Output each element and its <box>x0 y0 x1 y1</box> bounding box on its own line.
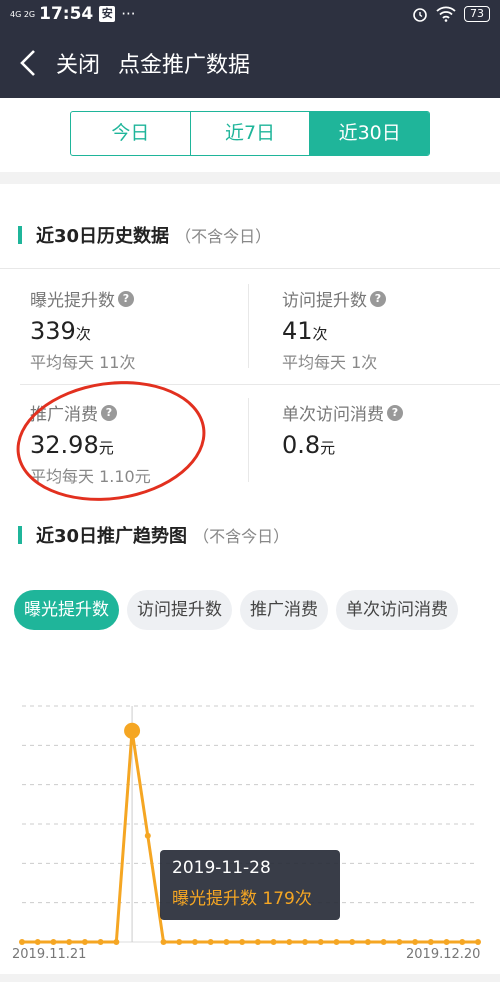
data-point[interactable] <box>364 939 371 945</box>
data-point[interactable] <box>317 939 324 945</box>
data-point[interactable] <box>349 939 356 945</box>
back-button[interactable] <box>0 28 56 98</box>
nav-bar: 关闭 点金推广数据 <box>0 28 500 98</box>
stat-cost-per-visit: 单次访问消费? 0.8元 <box>282 400 403 459</box>
data-point[interactable] <box>144 832 151 839</box>
data-point[interactable] <box>396 939 403 945</box>
history-note: （不含今日） <box>175 227 272 246</box>
history-section-title: 近30日历史数据 （不含今日） <box>18 222 271 248</box>
data-point[interactable] <box>176 939 183 945</box>
data-point[interactable] <box>160 939 167 945</box>
data-point[interactable] <box>412 939 419 945</box>
stat-unit: 元 <box>98 439 114 457</box>
data-point[interactable] <box>207 939 214 945</box>
range-segment-control: 今日 近7日 近30日 <box>70 111 430 156</box>
close-button[interactable]: 关闭 <box>56 47 100 79</box>
data-point[interactable] <box>19 939 25 945</box>
divider <box>248 398 249 482</box>
stat-label: 推广消费 <box>30 405 98 425</box>
data-point[interactable] <box>302 939 309 945</box>
x-tick-label-end: 2019.12.20 <box>406 947 481 962</box>
chip-spend[interactable]: 推广消费 <box>240 590 328 630</box>
stat-visits: 访问提升数? 41次 平均每天 1次 <box>282 286 386 373</box>
battery-level: 73 <box>464 6 490 22</box>
tab-today[interactable]: 今日 <box>71 112 191 155</box>
stat-average: 平均每天 1次 <box>282 353 378 372</box>
data-point[interactable] <box>239 939 246 945</box>
stat-exposure: 曝光提升数? 339次 平均每天 11次 <box>30 286 135 373</box>
tab-7-days[interactable]: 近7日 <box>191 112 311 155</box>
data-point[interactable] <box>270 939 277 945</box>
chart-tooltip: 2019-11-28 曝光提升数 179次 <box>160 850 340 920</box>
data-point[interactable] <box>97 939 104 945</box>
trend-title-text: 近30日推广趋势图 <box>36 526 188 547</box>
chip-visits[interactable]: 访问提升数 <box>127 590 232 630</box>
help-icon[interactable]: ? <box>101 404 117 421</box>
divider <box>0 268 500 269</box>
chip-exposure[interactable]: 曝光提升数 <box>14 590 119 630</box>
app-notification-icon: 安 <box>99 6 116 22</box>
more-notifications-icon: ··· <box>121 5 136 23</box>
stat-value: 41 <box>282 317 313 345</box>
tooltip-date: 2019-11-28 <box>172 858 271 878</box>
x-tick-label-start: 2019.11.21 <box>12 947 87 962</box>
page-title: 点金推广数据 <box>118 53 251 78</box>
data-point[interactable] <box>333 939 340 945</box>
trend-section-title: 近30日推广趋势图 （不含今日） <box>18 522 289 548</box>
chevron-left-icon <box>20 50 35 76</box>
data-point[interactable] <box>459 939 466 945</box>
stat-spend: 推广消费? 32.98元 平均每天 1.10元 <box>30 400 151 487</box>
divider <box>20 384 500 385</box>
alarm-icon <box>413 8 427 22</box>
stat-label: 单次访问消费 <box>282 405 384 425</box>
stat-label: 访问提升数 <box>282 291 367 311</box>
data-point[interactable] <box>81 939 88 945</box>
stat-value: 32.98 <box>30 431 99 459</box>
tab-30-days[interactable]: 近30日 <box>310 112 429 155</box>
data-point[interactable] <box>66 939 73 945</box>
data-point[interactable] <box>113 939 120 945</box>
trend-note: （不含今日） <box>193 527 290 546</box>
help-icon[interactable]: ? <box>370 290 386 307</box>
status-bar: 4G 2G 17:54 安 ··· 73 <box>0 0 500 28</box>
data-point[interactable] <box>124 722 141 739</box>
network-indicator: 4G 2G <box>10 9 36 19</box>
clock: 17:54 <box>39 4 94 24</box>
data-point[interactable] <box>475 939 481 945</box>
data-point[interactable] <box>223 939 230 945</box>
data-point[interactable] <box>380 939 387 945</box>
chip-cost-per-visit[interactable]: 单次访问消费 <box>336 590 458 630</box>
data-point[interactable] <box>34 939 41 945</box>
data-point[interactable] <box>191 939 198 945</box>
stat-value: 339 <box>30 317 76 345</box>
stat-average: 平均每天 11次 <box>30 353 136 372</box>
section-accent-bar <box>18 226 22 244</box>
history-title-text: 近30日历史数据 <box>36 226 170 247</box>
stat-value: 0.8 <box>282 431 321 459</box>
stat-unit: 次 <box>312 325 328 343</box>
divider <box>248 284 249 368</box>
data-point[interactable] <box>50 939 57 945</box>
wifi-icon <box>436 6 456 22</box>
stat-average: 平均每天 1.10元 <box>30 467 151 486</box>
data-point[interactable] <box>427 939 434 945</box>
data-point[interactable] <box>443 939 450 945</box>
help-icon[interactable]: ? <box>118 290 134 307</box>
data-point[interactable] <box>286 939 293 945</box>
stat-unit: 元 <box>320 439 336 457</box>
help-icon[interactable]: ? <box>387 404 403 421</box>
section-accent-bar <box>18 526 22 544</box>
stat-label: 曝光提升数 <box>30 291 115 311</box>
tooltip-value: 曝光提升数 179次 <box>172 889 312 909</box>
stat-unit: 次 <box>75 325 91 343</box>
data-point[interactable] <box>254 939 261 945</box>
metric-chips: 曝光提升数 访问提升数 推广消费 单次访问消费 <box>14 590 458 630</box>
